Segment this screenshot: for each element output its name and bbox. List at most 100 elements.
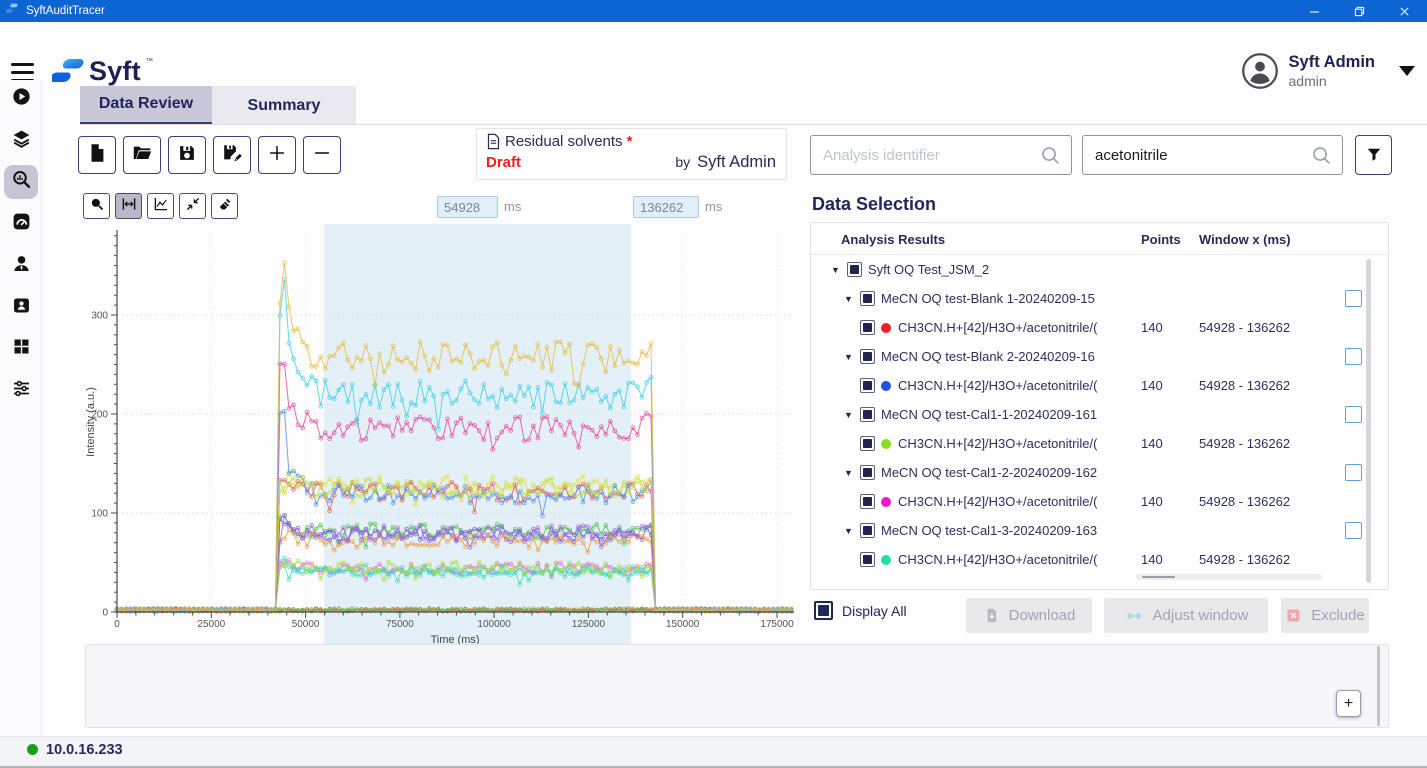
points-value: 140 xyxy=(1141,436,1163,451)
sidebar-item-layers[interactable] xyxy=(4,124,38,158)
exclude-button[interactable]: Exclude xyxy=(1281,598,1369,633)
gauge-icon xyxy=(11,211,32,237)
chromatogram-chart[interactable]: 0100200300025000500007500010000012500015… xyxy=(84,224,798,648)
adjust-window-button[interactable]: Adjust window xyxy=(1104,598,1268,633)
syft-logo-icon xyxy=(52,56,84,86)
sidebar-item-gauge[interactable] xyxy=(4,207,38,241)
user-menu-chevron-icon[interactable] xyxy=(1399,66,1415,76)
tree-trace-row[interactable]: CH3CN.H+[42]/H3O+/acetonitrile/(14054928… xyxy=(811,371,1388,400)
add-note-button[interactable]: + xyxy=(1336,690,1361,717)
row-select-checkbox[interactable] xyxy=(1345,464,1362,481)
vertical-scrollbar[interactable] xyxy=(1366,259,1371,583)
tree-row-label: Syft OQ Test_JSM_2 xyxy=(868,262,989,277)
points-value: 140 xyxy=(1141,320,1163,335)
caret-down-icon[interactable]: ▼ xyxy=(844,294,857,304)
remove-button[interactable] xyxy=(303,136,341,174)
display-all-checkbox[interactable] xyxy=(814,601,833,620)
row-select-checkbox[interactable] xyxy=(1345,290,1362,307)
tree-group-row[interactable]: ▼ MeCN OQ test-Cal1-2-20240209-162 xyxy=(811,458,1388,487)
method-author: Syft Admin xyxy=(697,153,776,172)
eraser-tool-button[interactable] xyxy=(211,193,238,219)
user-menu[interactable]: Syft Admin admin xyxy=(1241,52,1415,90)
save-button[interactable] xyxy=(168,136,206,174)
close-button[interactable] xyxy=(1382,0,1427,22)
series-color-dot xyxy=(881,555,891,565)
compound-search-input[interactable] xyxy=(1095,147,1310,164)
caret-down-icon[interactable]: ▼ xyxy=(844,410,857,420)
tab-summary[interactable]: Summary xyxy=(212,86,356,125)
sidebar-item-analysis-search[interactable] xyxy=(4,165,38,199)
sidebar-item-grid[interactable] xyxy=(4,332,38,366)
caret-down-icon[interactable]: ▼ xyxy=(844,468,857,478)
method-status: Draft xyxy=(486,154,521,171)
tree-trace-row[interactable]: CH3CN.H+[42]/H3O+/acetonitrile/(14054928… xyxy=(811,313,1388,342)
server-ip: 10.0.16.233 xyxy=(46,742,123,758)
window-start-input[interactable] xyxy=(437,196,498,218)
caret-down-icon[interactable]: ▼ xyxy=(844,526,857,536)
caret-down-icon[interactable]: ▼ xyxy=(831,265,844,275)
sidebar-item-play-circle[interactable] xyxy=(4,82,38,116)
brand-logo: Syft ™ xyxy=(52,56,153,86)
tree-checkbox[interactable] xyxy=(860,436,875,451)
download-button[interactable]: Download xyxy=(966,598,1092,633)
tree-row-label: MeCN OQ test-Cal1-2-20240209-162 xyxy=(881,465,1097,480)
tree-row-label: CH3CN.H+[42]/H3O+/acetonitrile/( xyxy=(898,552,1097,567)
tree-trace-row[interactable]: CH3CN.H+[42]/H3O+/acetonitrile/(14054928… xyxy=(811,487,1388,516)
horizontal-scrollbar[interactable] xyxy=(1136,574,1322,580)
tab-data-review[interactable]: Data Review xyxy=(80,86,212,125)
pan-horizontal-tool-button[interactable] xyxy=(115,193,142,219)
open-file-button[interactable] xyxy=(123,136,161,174)
method-name: Residual solvents xyxy=(505,133,623,150)
new-file-button[interactable] xyxy=(78,136,116,174)
open-file-icon xyxy=(131,142,153,169)
sidebar-item-id-card[interactable] xyxy=(4,291,38,325)
user-name: Syft Admin xyxy=(1289,53,1375,73)
row-select-checkbox[interactable] xyxy=(1345,406,1362,423)
tree-group-row[interactable]: ▼ MeCN OQ test-Blank 2-20240209-16 xyxy=(811,342,1388,371)
line-chart-tool-button[interactable] xyxy=(147,193,174,219)
tree-checkbox[interactable] xyxy=(860,349,875,364)
brand-name: Syft xyxy=(89,56,141,86)
series-color-dot xyxy=(881,323,891,333)
svg-text:300: 300 xyxy=(91,311,108,322)
tree-trace-row[interactable]: CH3CN.H+[42]/H3O+/acetonitrile/(14054928… xyxy=(811,429,1388,458)
download-icon xyxy=(983,607,1000,624)
tree-checkbox[interactable] xyxy=(860,523,875,538)
add-button[interactable] xyxy=(258,136,296,174)
avatar-icon xyxy=(1241,52,1279,90)
display-all-label: Display All xyxy=(842,603,907,619)
tree-checkbox[interactable] xyxy=(860,407,875,422)
notes-panel-scrollbar[interactable] xyxy=(1377,646,1380,726)
tree-group-row[interactable]: ▼ Syft OQ Test_JSM_2 xyxy=(811,255,1388,284)
tree-checkbox[interactable] xyxy=(860,320,875,335)
sidebar-item-sliders[interactable] xyxy=(4,374,38,408)
restore-button[interactable] xyxy=(1337,0,1382,22)
save-as-button[interactable] xyxy=(213,136,251,174)
tree-group-row[interactable]: ▼MeCN OQ test-Cal1-3-20240209-163 xyxy=(811,516,1388,545)
tree-checkbox[interactable] xyxy=(860,378,875,393)
row-select-checkbox[interactable] xyxy=(1345,522,1362,539)
tree-checkbox[interactable] xyxy=(860,552,875,567)
horizontal-scrollbar-thumb[interactable] xyxy=(1142,576,1175,578)
analysis-identifier-input[interactable] xyxy=(823,147,1039,164)
tree-group-row[interactable]: ▼MeCN OQ test-Blank 1-20240209-15 xyxy=(811,284,1388,313)
analysis-search-icon xyxy=(11,169,32,195)
filter-button[interactable] xyxy=(1355,135,1392,175)
tree-checkbox[interactable] xyxy=(860,494,875,509)
tree-checkbox[interactable] xyxy=(860,291,875,306)
tree-checkbox[interactable] xyxy=(860,465,875,480)
connection-status-icon xyxy=(27,744,38,755)
svg-text:150000: 150000 xyxy=(666,619,700,630)
caret-down-icon[interactable]: ▼ xyxy=(844,352,857,362)
data-selection-title: Data Selection xyxy=(812,194,936,215)
tree-row-label: MeCN OQ test-Blank 2-20240209-16 xyxy=(881,349,1095,364)
fit-view-tool-button[interactable] xyxy=(179,193,206,219)
tree-checkbox[interactable] xyxy=(847,262,862,277)
minimize-button[interactable] xyxy=(1292,0,1337,22)
row-select-checkbox[interactable] xyxy=(1345,348,1362,365)
tree-group-row[interactable]: ▼MeCN OQ test-Cal1-1-20240209-161 xyxy=(811,400,1388,429)
zoom-tool-button[interactable] xyxy=(83,193,110,219)
tree-trace-row[interactable]: CH3CN.H+[42]/H3O+/acetonitrile/(14054928… xyxy=(811,545,1388,574)
sidebar-item-user[interactable] xyxy=(4,249,38,283)
window-end-input[interactable] xyxy=(633,196,699,218)
